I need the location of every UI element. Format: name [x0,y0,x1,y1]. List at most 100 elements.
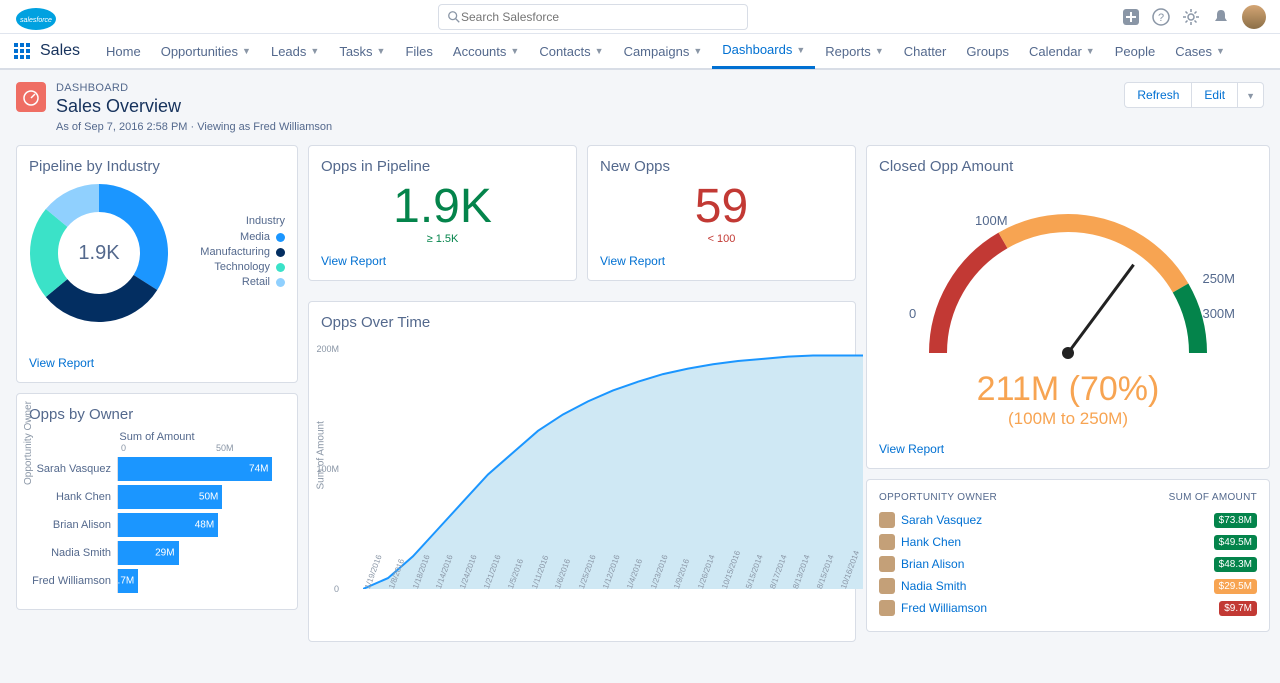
table-header: OPPORTUNITY OWNER [879,492,997,503]
bar-row: Nadia Smith29M [29,541,285,565]
view-report-link[interactable]: View Report [321,254,386,268]
setup-gear-icon[interactable] [1182,8,1200,26]
gauge-tick: 300M [1202,306,1235,321]
gauge-range: (100M to 250M) [879,409,1257,429]
owner-link[interactable]: Hank Chen [901,535,961,549]
page-meta: As of Sep 7, 2016 2:58 PM · Viewing as F… [56,121,332,133]
view-report-link[interactable]: View Report [600,254,665,268]
avatar [879,556,895,572]
page-title: Sales Overview [56,96,332,117]
chevron-down-icon: ▼ [595,46,604,56]
svg-text:salesforce: salesforce [20,17,52,24]
owner-link[interactable]: Sarah Vasquez [901,513,982,527]
nav-item-reports[interactable]: Reports▼ [815,33,893,69]
app-launcher-icon[interactable] [14,43,30,59]
card-owner-table: OPPORTUNITY OWNER SUM OF AMOUNT Sarah Va… [866,479,1270,632]
help-icon[interactable]: ? [1152,8,1170,26]
nav-item-tasks[interactable]: Tasks▼ [329,33,395,69]
nav-item-calendar[interactable]: Calendar▼ [1019,33,1105,69]
user-avatar[interactable] [1242,5,1266,29]
add-icon[interactable] [1122,8,1140,26]
card-title: New Opps [600,158,843,175]
bar-label: Nadia Smith [29,547,117,559]
avatar [879,512,895,528]
chevron-down-icon: ▼ [310,46,319,56]
card-closed-opp-amount: Closed Opp Amount 0 100M 250M 300M 211M … [866,145,1270,469]
salesforce-logo: salesforce [14,3,58,31]
topbar-actions: ? [1122,5,1266,29]
owner-link[interactable]: Nadia Smith [901,579,966,593]
amount-badge: $73.8M [1214,513,1257,528]
app-name: Sales [40,42,80,60]
nav-item-contacts[interactable]: Contacts▼ [529,33,613,69]
gauge-tick: 250M [1202,271,1235,286]
card-title: Opps by Owner [29,406,285,423]
amount-badge: $29.5M [1214,579,1257,594]
search-input[interactable] [461,10,739,24]
nav-item-dashboards[interactable]: Dashboards▼ [712,33,815,69]
nav-item-accounts[interactable]: Accounts▼ [443,33,529,69]
gauge-tick: 0 [909,306,916,321]
view-report-link[interactable]: View Report [879,442,944,456]
nav-item-chatter[interactable]: Chatter [894,33,957,69]
area-y-tick: 0 [334,584,339,594]
notifications-bell-icon[interactable] [1212,8,1230,26]
edit-dropdown-button[interactable]: ▼ [1238,82,1264,108]
donut-chart: 1.9K [29,183,169,323]
bars-axis-title: Sum of Amount [29,431,285,443]
gauge-chart: 0 100M 250M 300M 211M (70%) (100M to 250… [879,183,1257,429]
metric-value: 59 [600,183,843,231]
card-title: Opps in Pipeline [321,158,564,175]
table-row: Nadia Smith $29.5M [879,575,1257,597]
view-report-link[interactable]: View Report [29,356,94,370]
legend-item: Technology [200,261,285,273]
bar-label: Brian Alison [29,519,117,531]
dashboard-object-icon [16,82,46,112]
page-eyebrow: DASHBOARD [56,82,332,94]
amount-badge: $9.7M [1219,601,1257,616]
legend-item: Retail [200,276,285,288]
edit-button[interactable]: Edit [1192,82,1238,108]
page-title-block: DASHBOARD Sales Overview As of Sep 7, 20… [56,82,332,133]
bars-y-label: Opportunity Owner [23,401,34,485]
bar-tick: 0 [121,443,126,453]
bar-row: Sarah Vasquez74M [29,457,285,481]
nav-item-files[interactable]: Files [395,33,442,69]
card-new-opps: New Opps 59 < 100 View Report [587,145,856,281]
dashboard-grid: Pipeline by Industry 1.9K Industry Media… [0,145,1280,642]
area-y-tick: 100M [316,464,339,474]
card-title: Closed Opp Amount [879,158,1257,175]
nav-item-cases[interactable]: Cases▼ [1165,33,1235,69]
col-right: Closed Opp Amount 0 100M 250M 300M 211M … [866,145,1270,642]
search-icon [447,10,461,24]
card-opps-by-owner: Opps by Owner Sum of Amount 0 50M Opportu… [16,393,298,610]
donut-legend: Industry MediaManufacturingTechnologyRet… [200,215,285,291]
bar-tick: 50M [216,443,234,453]
nav-item-people[interactable]: People [1105,33,1165,69]
card-title: Opps Over Time [321,314,843,331]
owner-link[interactable]: Brian Alison [901,557,964,571]
refresh-button[interactable]: Refresh [1124,82,1192,108]
nav-item-campaigns[interactable]: Campaigns▼ [614,33,713,69]
owner-link[interactable]: Fred Williamson [901,601,987,615]
svg-text:?: ? [1158,12,1164,24]
card-pipeline-by-industry: Pipeline by Industry 1.9K Industry Media… [16,145,298,383]
bar-row: Brian Alison48M [29,513,285,537]
nav-item-opportunities[interactable]: Opportunities▼ [151,33,261,69]
metric-value: 1.9K [321,183,564,231]
chevron-down-icon: ▼ [693,46,702,56]
chevron-down-icon: ▼ [242,46,251,56]
page-actions: Refresh Edit ▼ [1124,82,1264,108]
nav-item-leads[interactable]: Leads▼ [261,33,329,69]
amount-badge: $48.3M [1214,557,1257,572]
topbar: salesforce ? [0,0,1280,34]
legend-item: Media [200,231,285,243]
amount-badge: $49.5M [1214,535,1257,550]
nav-item-groups[interactable]: Groups [956,33,1019,69]
global-search[interactable] [438,4,748,30]
chevron-down-icon: ▼ [875,46,884,56]
nav-item-home[interactable]: Home [96,33,151,69]
table-row: Fred Williamson $9.7M [879,597,1257,619]
bar-label: Hank Chen [29,491,117,503]
bar-chart: Opportunity Owner Sarah Vasquez74MHank C… [29,457,285,593]
